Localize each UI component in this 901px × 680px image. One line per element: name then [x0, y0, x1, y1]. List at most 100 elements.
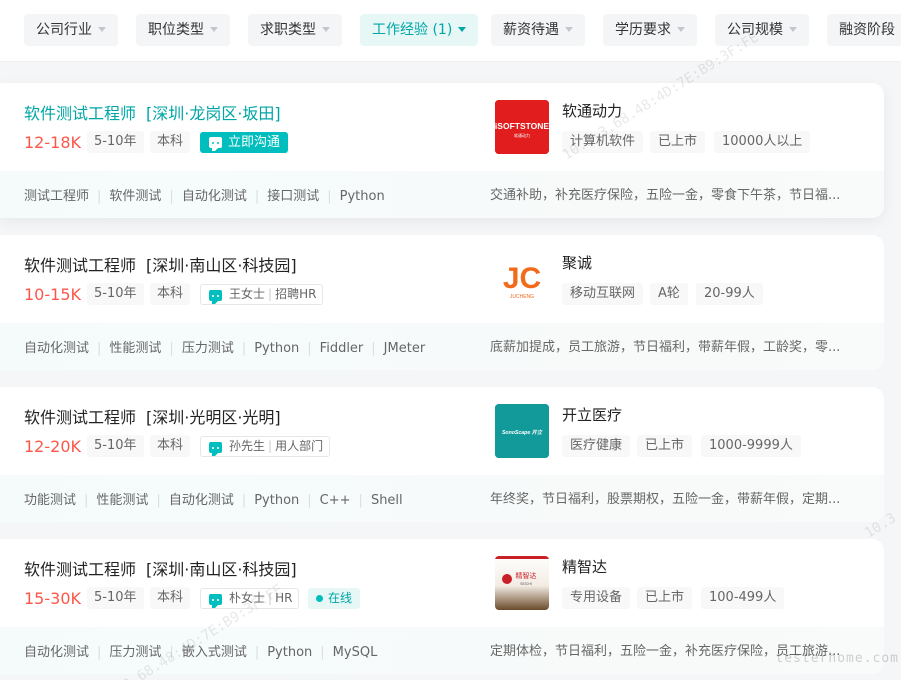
- skill-tag: 压力测试: [109, 645, 162, 660]
- company-logo[interactable]: 精智达 SEICHI: [495, 556, 549, 610]
- filter-job-type[interactable]: 求职类型: [248, 14, 342, 46]
- svg-text:精智达: 精智达: [516, 571, 537, 580]
- job-title[interactable]: 软件测试工程师 [深圳·龙岗区·坂田]: [24, 100, 281, 124]
- recruiter-role: HR: [275, 591, 293, 605]
- filter-work-experience[interactable]: 工作经验 (1): [360, 14, 479, 46]
- company-stage-tag: 已上市: [637, 435, 693, 457]
- company-industry-tag: 移动互联网: [562, 283, 644, 305]
- skill-tag: Fiddler: [319, 341, 364, 356]
- company-industry-tag: 专用设备: [562, 587, 631, 609]
- job-card[interactable]: 软件测试工程师 [深圳·光明区·光明] 12-20K 5-10年 本科 孙先生 | 用…: [0, 387, 884, 522]
- job-card-header: 软件测试工程师 [深圳·龙岗区·坂田] 12-18K 5-10年 本科 立即沟通 …: [0, 83, 884, 171]
- online-dot-icon: [316, 595, 323, 602]
- company-stage-tag: 已上市: [650, 131, 706, 153]
- chevron-down-icon: [322, 26, 330, 32]
- skill-tag: 测试工程师: [24, 189, 90, 204]
- job-title[interactable]: 软件测试工程师 [深圳·南山区·科技园]: [24, 556, 297, 580]
- recruiter-name: 王女士: [229, 287, 266, 301]
- company-name[interactable]: 聚诚: [562, 252, 592, 273]
- experience-tag: 5-10年: [87, 435, 144, 457]
- company-name[interactable]: 精智达: [562, 556, 607, 577]
- company-stage-tag: 已上市: [637, 587, 693, 609]
- recruiter-info[interactable]: 王女士 | 招聘HR: [200, 284, 324, 305]
- filter-salary[interactable]: 薪资待遇: [491, 14, 585, 46]
- chat-bubble-icon: [209, 594, 222, 608]
- experience-tag: 5-10年: [87, 587, 144, 609]
- site-watermark: testerhome.com: [775, 651, 899, 666]
- degree-tag: 本科: [150, 283, 191, 305]
- skill-tag: 性能测试: [109, 341, 162, 356]
- company-logo[interactable]: JC JUCHENG: [495, 252, 549, 306]
- recruiter-name: 朴女士: [229, 591, 266, 605]
- chevron-down-icon: [98, 26, 106, 32]
- recruiter-role: 用人部门: [275, 439, 324, 453]
- salary: 12-20K: [24, 437, 81, 456]
- filter-education[interactable]: 学历要求: [603, 14, 697, 46]
- svg-text:SonoScape 开立: SonoScape 开立: [502, 429, 543, 436]
- filter-label: 学历要求: [615, 22, 671, 38]
- svg-text:iSOFTSTONE: iSOFTSTONE: [495, 121, 549, 131]
- company-stage-tag: A轮: [650, 283, 688, 305]
- company-size-tag: 20-99人: [696, 283, 763, 305]
- online-status-badge: 在线: [308, 588, 361, 609]
- skill-tag: C++: [319, 493, 351, 508]
- job-card[interactable]: 软件测试工程师 [深圳·南山区·科技园] 10-15K 5-10年 本科 王女士 |…: [0, 235, 884, 370]
- skill-tag: 软件测试: [109, 189, 162, 204]
- skill-list: 测试工程师 | 软件测试 | 自动化测试 | 接口测试 | Python: [24, 185, 385, 204]
- filter-bar: 公司行业 职位类型 求职类型 工作经验 (1) 薪资待遇 学历要求 公司规模 融…: [0, 0, 901, 62]
- skill-tag: Python: [254, 341, 300, 356]
- company-size-tag: 100-499人: [701, 587, 785, 609]
- chat-bubble-icon: [209, 137, 222, 151]
- chat-now-label: 立即沟通: [228, 135, 281, 150]
- filter-position-type[interactable]: 职位类型: [136, 14, 230, 46]
- salary: 10-15K: [24, 285, 81, 304]
- recruiter-role: 招聘HR: [275, 287, 317, 301]
- skill-tag: 嵌入式测试: [181, 645, 247, 660]
- recruiter-name: 孙先生: [229, 439, 266, 453]
- degree-tag: 本科: [150, 435, 191, 457]
- filter-label: 职位类型: [148, 22, 204, 38]
- salary: 15-30K: [24, 589, 81, 608]
- job-card-header: 软件测试工程师 [深圳·光明区·光明] 12-20K 5-10年 本科 孙先生 | 用…: [0, 387, 884, 475]
- company-logo[interactable]: SonoScape 开立: [495, 404, 549, 458]
- company-benefits: 底薪加提成，员工旅游，节日福利，带薪年假，工龄奖，零...: [490, 340, 841, 355]
- job-card[interactable]: 软件测试工程师 [深圳·龙岗区·坂田] 12-18K 5-10年 本科 立即沟通 …: [0, 83, 884, 218]
- chat-now-button[interactable]: 立即沟通: [200, 132, 289, 153]
- job-name: 软件测试工程师: [24, 104, 137, 123]
- company-logo[interactable]: iSOFTSTONE 软通动力: [495, 100, 549, 154]
- experience-tag: 5-10年: [87, 283, 144, 305]
- skill-list: 功能测试 | 性能测试 | 自动化测试 | Python | C++ | Shell: [24, 489, 403, 508]
- recruiter-info[interactable]: 朴女士 | HR: [200, 588, 300, 609]
- degree-tag: 本科: [150, 131, 191, 153]
- recruiter-info[interactable]: 孙先生 | 用人部门: [200, 436, 331, 457]
- job-card-footer: 功能测试 | 性能测试 | 自动化测试 | Python | C++ | Shell 年终奖，节日福…: [0, 475, 884, 522]
- skill-tag: Python: [267, 645, 313, 660]
- filter-company-size[interactable]: 公司规模: [715, 14, 809, 46]
- job-card[interactable]: 软件测试工程师 [深圳·南山区·科技园] 15-30K 5-10年 本科 朴女士 |…: [0, 539, 884, 674]
- company-name[interactable]: 软通动力: [562, 100, 622, 121]
- degree-tag: 本科: [150, 587, 191, 609]
- skill-tag: MySQL: [332, 645, 378, 660]
- job-area: [深圳·南山区·科技园]: [146, 560, 297, 579]
- job-area: [深圳·南山区·科技园]: [146, 256, 297, 275]
- skill-list: 自动化测试 | 压力测试 | 嵌入式测试 | Python | MySQL: [24, 641, 377, 660]
- chat-bubble-icon: [209, 290, 222, 304]
- company-industry-tag: 医疗健康: [562, 435, 631, 457]
- job-title[interactable]: 软件测试工程师 [深圳·南山区·科技园]: [24, 252, 297, 276]
- job-area: [深圳·龙岗区·坂田]: [146, 104, 281, 123]
- skill-tag: Python: [254, 493, 300, 508]
- experience-tag: 5-10年: [87, 131, 144, 153]
- skill-tag: JMeter: [383, 341, 426, 356]
- filter-company-industry[interactable]: 公司行业: [24, 14, 118, 46]
- salary: 12-18K: [24, 133, 81, 152]
- job-name: 软件测试工程师: [24, 408, 137, 427]
- company-name[interactable]: 开立医疗: [562, 404, 622, 425]
- filter-financing-stage[interactable]: 融资阶段: [827, 14, 901, 46]
- skill-tag: 接口测试: [267, 189, 320, 204]
- svg-text:软通动力: 软通动力: [514, 132, 530, 138]
- job-title[interactable]: 软件测试工程师 [深圳·光明区·光明]: [24, 404, 281, 428]
- skill-list: 自动化测试 | 性能测试 | 压力测试 | Python | Fiddler | JMeter: [24, 337, 425, 356]
- company-industry-tag: 计算机软件: [562, 131, 644, 153]
- filter-label: 融资阶段: [839, 22, 895, 38]
- skill-tag: 性能测试: [96, 493, 149, 508]
